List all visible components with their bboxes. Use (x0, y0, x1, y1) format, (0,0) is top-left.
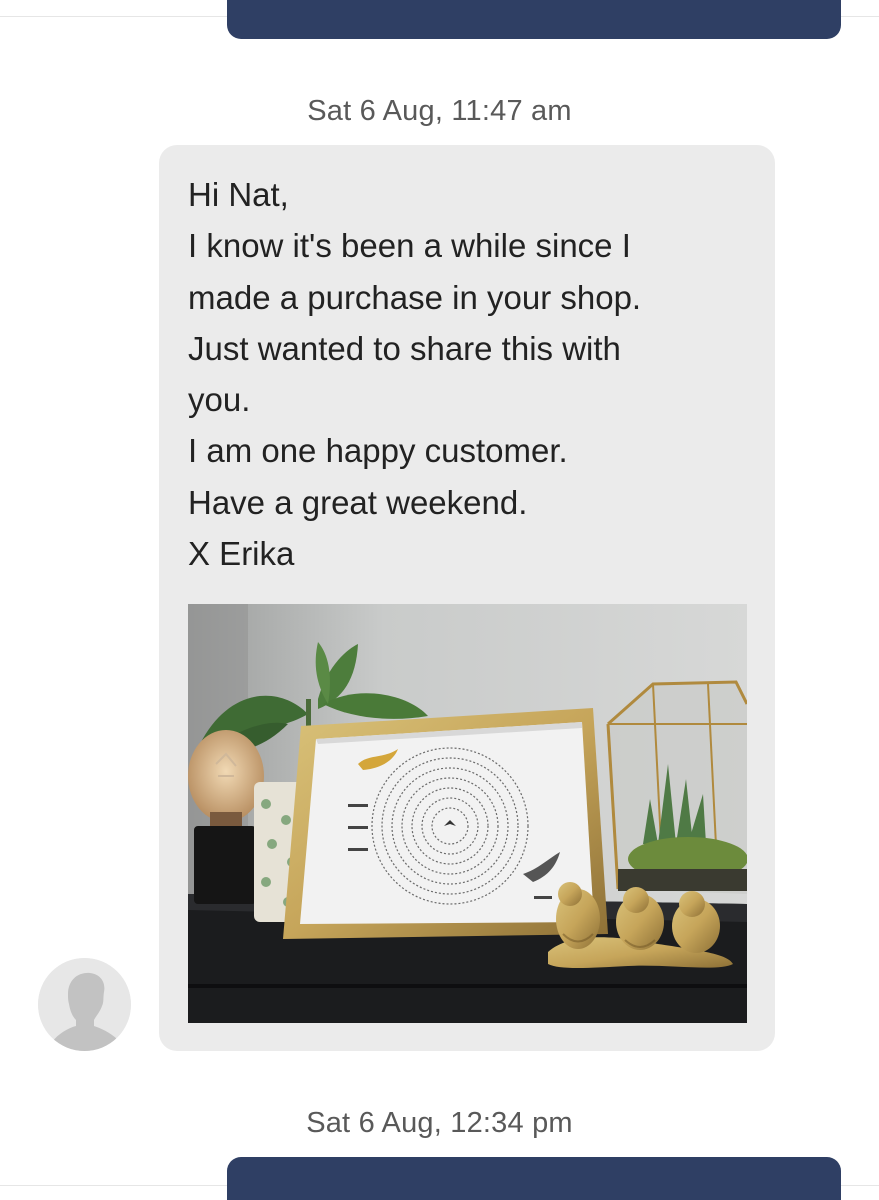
message-text: Hi Nat, I know it's been a while since I… (188, 176, 642, 573)
message-timestamp: Sat 6 Aug, 11:47 am (307, 95, 572, 127)
message-timestamp: Sat 6 Aug, 12:34 pm (306, 1107, 573, 1139)
default-user-avatar-icon (38, 958, 131, 1051)
sender-avatar[interactable] (38, 958, 131, 1051)
received-message-bubble[interactable]: Hi Nat, I know it's been a while since I… (159, 145, 775, 1051)
message-thread: Sat 6 Aug, 11:47 am Hi Nat, I know it's … (0, 0, 879, 1200)
sent-message-bubble-next[interactable] (227, 1157, 841, 1200)
sent-message-bubble-previous[interactable] (227, 0, 841, 39)
message-photo-attachment[interactable] (188, 604, 747, 1023)
